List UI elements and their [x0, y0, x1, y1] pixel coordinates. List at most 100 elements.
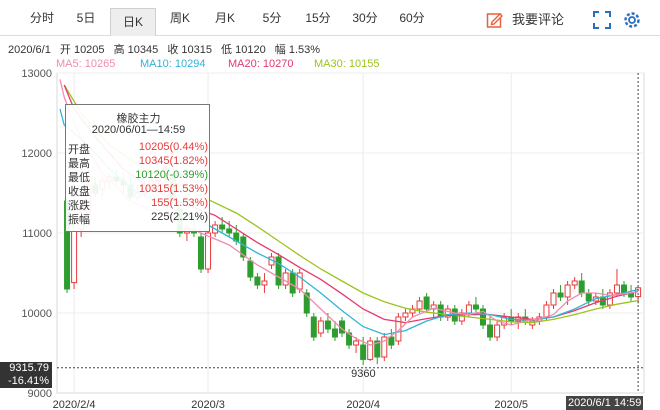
period-tabs: 分时 5日 日K 周K 月K 5分 15分 30分 60分 我要评论	[0, 0, 660, 36]
candle	[571, 277, 578, 289]
candle	[71, 226, 78, 289]
tooltip-value: 225(2.21%)	[151, 211, 208, 223]
candle-body	[275, 256, 282, 286]
candle-body	[226, 228, 233, 234]
tab-5min[interactable]: 5分	[252, 6, 292, 30]
tab-weekly-k[interactable]: 周K	[160, 6, 200, 30]
candle-body	[437, 304, 444, 318]
candle	[480, 305, 486, 329]
candle	[381, 333, 388, 361]
candle	[310, 313, 317, 341]
candle-body	[310, 316, 317, 338]
candle-body	[543, 304, 550, 318]
y-tick-label: 9000	[28, 388, 52, 400]
candle-body	[219, 224, 226, 230]
tooltip-value: 155(1.53%)	[151, 197, 208, 209]
comment-label: 我要评论	[512, 12, 565, 27]
candle-body	[353, 340, 360, 346]
candle-body	[613, 284, 620, 294]
candle-body	[282, 272, 289, 286]
candle	[444, 305, 451, 321]
candle-body	[402, 312, 409, 318]
candle-body	[289, 272, 296, 294]
crosshair-pct-label: -16.41%	[0, 375, 52, 388]
crosshair-price-label: 9315.79	[0, 362, 52, 375]
candle-body	[416, 300, 423, 310]
candle-body	[571, 280, 578, 286]
candle-body	[331, 328, 338, 338]
tab-60min[interactable]: 60分	[392, 6, 432, 30]
candle-body	[254, 276, 261, 286]
y-tick-label: 10000	[21, 308, 52, 320]
candle-body	[578, 280, 585, 294]
edit-icon	[486, 13, 503, 28]
tab-15min[interactable]: 15分	[298, 6, 338, 30]
candle-body	[198, 236, 204, 270]
candle-body	[71, 230, 78, 284]
candle-body	[423, 296, 430, 310]
tooltip-row-change: 涨跌 155(1.53%)	[68, 197, 208, 212]
candle-body	[388, 336, 395, 346]
candle-body	[324, 320, 331, 330]
candle	[487, 317, 494, 341]
fullscreen-icon[interactable]	[592, 10, 612, 30]
candle	[613, 269, 620, 297]
candle	[409, 305, 416, 317]
candle	[317, 317, 324, 337]
tooltip-row-amplitude: 振幅 225(2.21%)	[68, 211, 208, 226]
x-tick-label: 2020/2/4	[53, 399, 96, 410]
candle	[388, 329, 395, 349]
y-tick-label: 11000	[22, 228, 52, 240]
y-tick-label: 13000	[21, 68, 52, 80]
x-tick-label: 2020/4	[346, 399, 380, 410]
tooltip-value: 10205(0.44%)	[138, 141, 208, 153]
info-open: 开 10205	[59, 44, 105, 56]
candle	[198, 233, 204, 273]
candle	[254, 273, 261, 289]
crosshair-date-label: 2020/6/1 14:59	[566, 396, 644, 410]
info-high: 高 10345	[113, 44, 159, 56]
settings-gear-icon[interactable]	[622, 10, 642, 30]
candle-body	[247, 260, 254, 278]
candle	[437, 301, 444, 321]
tab-monthly-k[interactable]: 月K	[205, 6, 245, 30]
tooltip-value: 10120(-0.39%)	[135, 169, 208, 181]
candle	[282, 269, 289, 289]
tooltip-value: 10345(1.82%)	[138, 155, 208, 167]
tooltip-row-close: 收盘 10315(1.53%)	[68, 183, 208, 198]
candle-body	[585, 292, 592, 302]
candle-body	[205, 232, 212, 270]
candle	[261, 273, 268, 293]
ohlc-info-bar: 2020/6/1 开 10205 高 10345 收 10315 低 10120…	[8, 41, 326, 57]
tab-daily-k[interactable]: 日K	[110, 8, 156, 36]
tooltip-row-open: 开盘 10205(0.44%)	[68, 141, 208, 156]
min-price-annotation: 9360	[351, 368, 375, 380]
info-date: 2020/6/1	[8, 44, 51, 56]
y-tick-label: 12000	[21, 148, 52, 160]
x-tick-label: 2020/3	[191, 399, 225, 410]
candle-body	[487, 324, 494, 338]
candle-body	[465, 304, 472, 314]
candle	[402, 309, 409, 321]
candle-body	[472, 304, 479, 310]
candle	[275, 253, 282, 289]
candle-body	[557, 292, 564, 298]
candle-body	[360, 344, 367, 360]
candle-body	[621, 284, 627, 294]
candle	[557, 285, 564, 301]
tooltip-time: 2020/06/01—14:59	[91, 124, 186, 136]
candle	[472, 297, 479, 313]
x-tick-label: 2020/5	[494, 399, 528, 410]
tooltip-row-high: 最高 10345(1.82%)	[68, 155, 208, 170]
candle	[494, 321, 501, 341]
candle-body	[550, 292, 557, 306]
candle	[515, 313, 522, 329]
tab-30min[interactable]: 30分	[345, 6, 385, 30]
candle-body	[261, 280, 268, 286]
candle-body	[317, 320, 324, 334]
info-close: 收 10315	[167, 44, 212, 56]
candle-body	[494, 324, 501, 338]
tab-5day[interactable]: 5日	[66, 6, 106, 30]
tab-intraday[interactable]: 分时	[22, 6, 62, 30]
candle	[367, 337, 374, 361]
